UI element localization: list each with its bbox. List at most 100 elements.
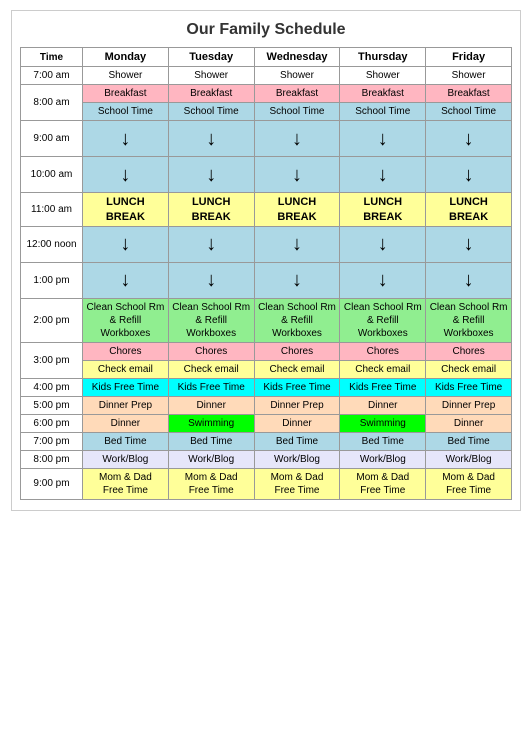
table-row: 7:00 amShowerShowerShowerShowerShower <box>21 67 512 85</box>
arrow-cell: ↓ <box>254 226 340 262</box>
schedule-cell: Work/Blog <box>254 450 340 468</box>
cell-bottom: Check email <box>83 361 168 378</box>
schedule-cell: Mom & DadFree Time <box>168 468 254 499</box>
table-row: 3:00 pmChoresCheck emailChoresCheck emai… <box>21 342 512 378</box>
schedule-cell: BreakfastSchool Time <box>168 85 254 121</box>
table-row: 9:00 am↓↓↓↓↓ <box>21 121 512 157</box>
schedule-cell: ChoresCheck email <box>426 342 512 378</box>
schedule-cell: LUNCHBREAK <box>254 193 340 227</box>
schedule-cell: LUNCHBREAK <box>83 193 169 227</box>
schedule-cell: Bed Time <box>83 432 169 450</box>
schedule-cell: Dinner <box>168 396 254 414</box>
arrow-cell: ↓ <box>83 226 169 262</box>
arrow-cell: ↓ <box>168 262 254 298</box>
table-row: 1:00 pm↓↓↓↓↓ <box>21 262 512 298</box>
time-cell: 7:00 am <box>21 67 83 85</box>
time-cell: 9:00 pm <box>21 468 83 499</box>
arrow-cell: ↓ <box>83 157 169 193</box>
cell-top: Chores <box>169 343 254 361</box>
table-row: 11:00 amLUNCHBREAKLUNCHBREAKLUNCHBREAKLU… <box>21 193 512 227</box>
time-cell: 6:00 pm <box>21 414 83 432</box>
schedule-cell: Mom & DadFree Time <box>340 468 426 499</box>
arrow-cell: ↓ <box>168 226 254 262</box>
schedule-cell: Work/Blog <box>426 450 512 468</box>
schedule-cell: Mom & DadFree Time <box>426 468 512 499</box>
cell-bottom: School Time <box>340 103 425 120</box>
table-row: 6:00 pmDinnerSwimmingDinnerSwimmingDinne… <box>21 414 512 432</box>
table-row: 8:00 pmWork/BlogWork/BlogWork/BlogWork/B… <box>21 450 512 468</box>
table-row: 12:00 noon↓↓↓↓↓ <box>21 226 512 262</box>
cell-bottom: School Time <box>255 103 340 120</box>
arrow-cell: ↓ <box>340 226 426 262</box>
schedule-cell: BreakfastSchool Time <box>254 85 340 121</box>
schedule-cell: Bed Time <box>168 432 254 450</box>
schedule-cell: ChoresCheck email <box>254 342 340 378</box>
arrow-cell: ↓ <box>426 226 512 262</box>
time-cell: 11:00 am <box>21 193 83 227</box>
arrow-cell: ↓ <box>340 157 426 193</box>
schedule-cell: Bed Time <box>254 432 340 450</box>
schedule-cell: Work/Blog <box>83 450 169 468</box>
schedule-cell: ChoresCheck email <box>340 342 426 378</box>
schedule-cell: ChoresCheck email <box>83 342 169 378</box>
arrow-cell: ↓ <box>426 121 512 157</box>
cell-top: Breakfast <box>426 85 511 103</box>
arrow-cell: ↓ <box>168 121 254 157</box>
time-cell: 12:00 noon <box>21 226 83 262</box>
schedule-cell: Kids Free Time <box>83 378 169 396</box>
schedule-cell: Mom & DadFree Time <box>254 468 340 499</box>
cell-top: Chores <box>426 343 511 361</box>
time-cell: 9:00 am <box>21 121 83 157</box>
cell-top: Breakfast <box>83 85 168 103</box>
time-cell: 5:00 pm <box>21 396 83 414</box>
cell-bottom: Check email <box>255 361 340 378</box>
schedule-cell: Bed Time <box>426 432 512 450</box>
cell-bottom: School Time <box>169 103 254 120</box>
table-row: 9:00 pmMom & DadFree TimeMom & DadFree T… <box>21 468 512 499</box>
schedule-cell: Clean School Rm& Refill Workboxes <box>426 298 512 342</box>
header-friday: Friday <box>426 48 512 67</box>
time-cell: 10:00 am <box>21 157 83 193</box>
schedule-cell: Dinner <box>426 414 512 432</box>
cell-bottom: School Time <box>426 103 511 120</box>
schedule-cell: BreakfastSchool Time <box>340 85 426 121</box>
cell-top: Breakfast <box>255 85 340 103</box>
time-cell: 3:00 pm <box>21 342 83 378</box>
schedule-cell: Dinner Prep <box>426 396 512 414</box>
cell-top: Breakfast <box>340 85 425 103</box>
schedule-cell: Clean School Rm& Refill Workboxes <box>168 298 254 342</box>
header-wednesday: Wednesday <box>254 48 340 67</box>
arrow-cell: ↓ <box>426 157 512 193</box>
cell-bottom: Check email <box>426 361 511 378</box>
arrow-cell: ↓ <box>254 262 340 298</box>
schedule-cell: Swimming <box>168 414 254 432</box>
schedule-cell: Shower <box>83 67 169 85</box>
schedule-cell: Kids Free Time <box>340 378 426 396</box>
arrow-cell: ↓ <box>254 157 340 193</box>
arrow-cell: ↓ <box>340 121 426 157</box>
time-cell: 8:00 pm <box>21 450 83 468</box>
schedule-cell: Dinner <box>254 414 340 432</box>
schedule-cell: BreakfastSchool Time <box>426 85 512 121</box>
arrow-cell: ↓ <box>83 121 169 157</box>
page: Our Family Schedule Time Monday Tuesday … <box>11 10 521 511</box>
cell-bottom: Check email <box>169 361 254 378</box>
schedule-cell: Clean School Rm& Refill Workboxes <box>340 298 426 342</box>
schedule-cell: BreakfastSchool Time <box>83 85 169 121</box>
table-row: 4:00 pmKids Free TimeKids Free TimeKids … <box>21 378 512 396</box>
cell-bottom: School Time <box>83 103 168 120</box>
schedule-cell: LUNCHBREAK <box>340 193 426 227</box>
header-row: Time Monday Tuesday Wednesday Thursday F… <box>21 48 512 67</box>
arrow-cell: ↓ <box>426 262 512 298</box>
schedule-cell: Shower <box>340 67 426 85</box>
schedule-cell: Clean School Rm& Refill Workboxes <box>254 298 340 342</box>
header-time: Time <box>21 48 83 67</box>
cell-top: Chores <box>340 343 425 361</box>
schedule-cell: ChoresCheck email <box>168 342 254 378</box>
schedule-cell: Mom & DadFree Time <box>83 468 169 499</box>
schedule-cell: Clean School Rm& Refill Workboxes <box>83 298 169 342</box>
schedule-cell: Kids Free Time <box>254 378 340 396</box>
schedule-cell: Kids Free Time <box>168 378 254 396</box>
schedule-cell: Dinner <box>340 396 426 414</box>
schedule-cell: LUNCHBREAK <box>168 193 254 227</box>
